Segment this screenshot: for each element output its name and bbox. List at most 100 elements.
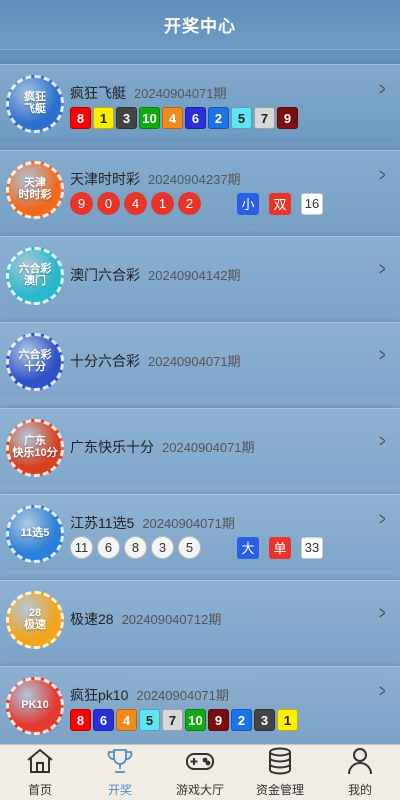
- lottery-logo: PK10: [6, 677, 64, 735]
- result-ball: 7: [162, 709, 183, 731]
- chevron-right-icon: >: [379, 603, 386, 623]
- result-ball: 4: [162, 107, 183, 129]
- logo-text: 11选5: [20, 527, 50, 540]
- result-ball: 11: [70, 536, 93, 559]
- result-tag: 大: [237, 536, 259, 559]
- logo-text: PK10: [21, 699, 49, 712]
- result-ball: 8: [70, 709, 91, 731]
- result-ball: 3: [254, 709, 275, 731]
- result-ball: 6: [93, 709, 114, 731]
- result-ball: 7: [254, 107, 275, 129]
- chevron-right-icon: >: [379, 681, 386, 701]
- lottery-logo: 28 极速: [6, 591, 64, 649]
- result-ball: 4: [124, 192, 147, 215]
- result-ball: 2: [208, 107, 229, 129]
- result-ball: 8: [70, 107, 91, 129]
- result-ball: 5: [178, 536, 201, 559]
- lottery-name: 十分六合彩 20240904071期: [70, 351, 241, 371]
- result-balls: 11 6 8 3 5 大单 33: [70, 536, 331, 559]
- lottery-title: 广东快乐十分: [70, 439, 154, 455]
- lottery-logo: 疯狂 飞艇: [6, 75, 64, 133]
- lottery-row[interactable]: 六合彩 澳门 澳门六合彩 20240904142期 >: [0, 236, 400, 310]
- tab-label: 首页: [27, 783, 52, 797]
- logo-text: 极速: [24, 619, 46, 631]
- result-ball: 2: [231, 709, 252, 731]
- lottery-logo: 六合彩 澳门: [6, 247, 64, 305]
- result-tag: 单: [269, 536, 291, 559]
- logo-text: 飞艇: [24, 103, 46, 115]
- lottery-logo: 天津 时时彩: [6, 161, 64, 219]
- page-title: 开奖中心: [164, 17, 236, 36]
- lottery-title: 澳门六合彩: [70, 267, 140, 283]
- home-icon: [25, 746, 55, 781]
- lottery-logo: 广东 快乐10分: [6, 419, 64, 477]
- result-ball: 6: [97, 536, 120, 559]
- result-ball: 10: [185, 709, 206, 731]
- tab-trophy[interactable]: 开奖: [80, 745, 160, 800]
- result-ball: 10: [139, 107, 160, 129]
- lottery-row[interactable]: 天津 时时彩 天津时时彩 20240904237期 >9 0 4 1 2 小双 16: [0, 150, 400, 224]
- result-ball: 2: [178, 192, 201, 215]
- tab-label: 我的: [347, 783, 372, 797]
- logo-text: 澳门: [24, 275, 46, 287]
- tab-coins[interactable]: 资金管理: [240, 745, 320, 800]
- chevron-right-icon: >: [379, 509, 386, 529]
- result-tag: 16: [301, 192, 323, 215]
- result-ball: 5: [231, 107, 252, 129]
- result-ball: 9: [277, 107, 298, 129]
- lottery-issue: 20240904071期: [148, 354, 241, 369]
- lottery-row[interactable]: 疯狂 飞艇 疯狂飞艇 20240904071期 >8 1 3 10 4 6 2 5 7 9: [0, 64, 400, 138]
- lottery-row[interactable]: 11选5 江苏11选5 20240904071期 >11 6 8 3 5 大单 33: [0, 494, 400, 568]
- result-tag: 33: [301, 536, 323, 559]
- lottery-name: 广东快乐十分 20240904071期: [70, 437, 255, 457]
- lottery-name: 澳门六合彩 20240904142期: [70, 265, 241, 285]
- bottom-tab-bar: 首页 开奖 游戏大厅 资金管理 我的: [0, 744, 400, 800]
- lottery-logo: 11选5: [6, 505, 64, 563]
- lottery-row[interactable]: PK10 疯狂pk10 20240904071期 >8 6 4 5 7 10 9 2 3 1: [0, 666, 400, 746]
- lottery-issue: 20240904071期: [136, 688, 229, 703]
- lottery-issue: 20240904071期: [162, 440, 255, 455]
- result-ball: 1: [151, 192, 174, 215]
- result-ball: 9: [208, 709, 229, 731]
- lottery-issue: 20240904071期: [142, 516, 235, 531]
- tab-home[interactable]: 首页: [0, 745, 80, 800]
- result-tag: 双: [269, 192, 291, 215]
- lottery-name: 江苏11选5 20240904071期: [70, 513, 235, 533]
- tab-gamepad[interactable]: 游戏大厅: [160, 745, 240, 800]
- result-ball: 5: [139, 709, 160, 731]
- lottery-name: 疯狂飞艇 20240904071期: [70, 83, 227, 103]
- lottery-title: 江苏11选5: [70, 515, 135, 531]
- user-icon: [345, 746, 375, 781]
- chevron-right-icon: >: [379, 79, 386, 99]
- chevron-right-icon: >: [379, 165, 386, 185]
- lottery-logo: 六合彩 十分: [6, 333, 64, 391]
- chevron-right-icon: >: [379, 431, 386, 451]
- logo-text: 时时彩: [18, 189, 52, 201]
- lottery-row[interactable]: 广东 快乐10分 广东快乐十分 20240904071期 >: [0, 408, 400, 482]
- chevron-right-icon: >: [379, 259, 386, 279]
- lottery-row[interactable]: 28 极速 极速28 202409040712期 >: [0, 580, 400, 654]
- lottery-issue: 20240904142期: [148, 268, 241, 283]
- result-ball: 3: [151, 536, 174, 559]
- result-ball: 4: [116, 709, 137, 731]
- trophy-icon: [105, 746, 135, 781]
- chevron-right-icon: >: [379, 345, 386, 365]
- result-balls: 8 1 3 10 4 6 2 5 7 9: [70, 107, 298, 129]
- lottery-name: 天津时时彩 20240904237期: [70, 169, 241, 189]
- lottery-title: 疯狂pk10: [70, 687, 129, 703]
- lottery-title: 极速28: [70, 611, 114, 627]
- tab-label: 游戏大厅: [175, 783, 224, 797]
- result-balls: 8 6 4 5 7 10 9 2 3 1: [70, 709, 298, 731]
- result-tag: 小: [237, 192, 259, 215]
- result-ball: 1: [93, 107, 114, 129]
- lottery-name: 极速28 202409040712期: [70, 609, 221, 629]
- result-ball: 9: [70, 192, 93, 215]
- result-ball: 8: [124, 536, 147, 559]
- lottery-row[interactable]: 六合彩 十分 十分六合彩 20240904071期 >: [0, 322, 400, 396]
- result-ball: 3: [116, 107, 137, 129]
- lottery-name: 疯狂pk10 20240904071期: [70, 685, 229, 705]
- lottery-title: 十分六合彩: [70, 353, 140, 369]
- lottery-issue: 202409040712期: [121, 612, 222, 627]
- tab-user[interactable]: 我的: [320, 745, 400, 800]
- lottery-issue: 20240904071期: [134, 86, 227, 101]
